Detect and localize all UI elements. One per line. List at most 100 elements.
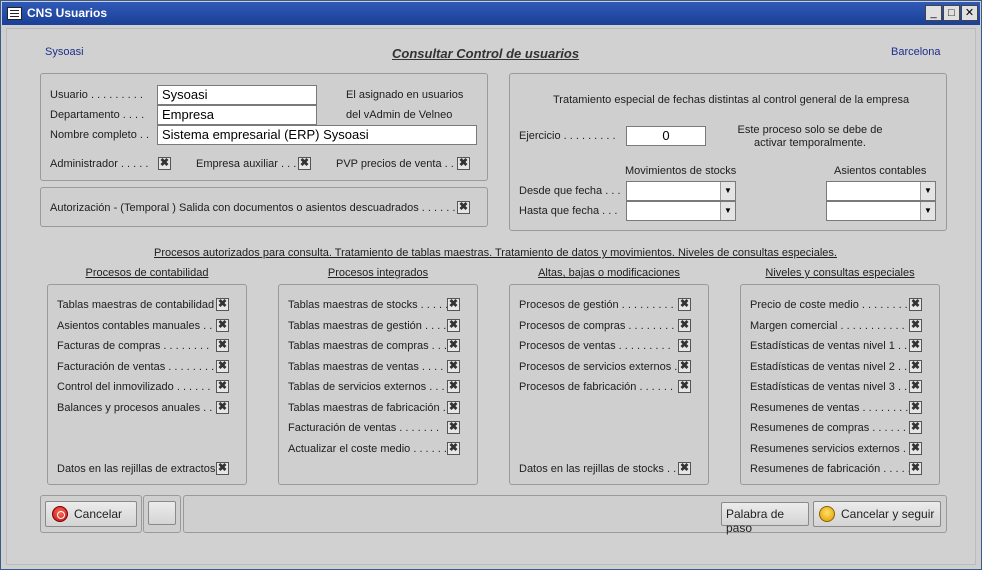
form-area: Sysoasi Consultar Control de usuarios Ba…: [6, 28, 976, 565]
usuario-note-1: El asignado en usuarios: [346, 89, 464, 101]
list-item: Facturación de ventas . . . . . . . .: [57, 361, 215, 373]
main-window: CNS Usuarios _ □ ✕ Sysoasi Consultar Con…: [0, 0, 982, 570]
checkbox[interactable]: ✖: [216, 401, 229, 414]
col-contabilidad-panel: Tablas maestras de contabilidad . . ✖ As…: [47, 284, 247, 485]
checkbox[interactable]: ✖: [447, 298, 460, 311]
list-item: Procesos de ventas . . . . . . . . .: [519, 340, 671, 352]
col-altas-title: Altas, bajas o modificaciones: [538, 267, 680, 279]
checkbox[interactable]: ✖: [909, 339, 922, 352]
list-item: Precio de coste medio . . . . . . . .: [750, 299, 908, 311]
cancelar-y-seguir-button[interactable]: Cancelar y seguir: [813, 501, 941, 527]
list-item: Procesos de compras . . . . . . . .: [519, 320, 675, 332]
checkbox[interactable]: ✖: [216, 319, 229, 332]
ejercicio-field[interactable]: 0: [626, 126, 706, 146]
cancelar-button[interactable]: Cancelar: [45, 501, 137, 527]
checkbox[interactable]: ✖: [447, 442, 460, 455]
list-item: Tablas maestras de compras . . . .: [288, 340, 454, 352]
fechas-panel: Tratamiento especial de fechas distintas…: [509, 73, 947, 231]
chevron-down-icon[interactable]: ▼: [720, 202, 735, 220]
hasta-stocks-combo[interactable]: ▼: [626, 201, 736, 221]
checkbox[interactable]: ✖: [909, 442, 922, 455]
palabra-de-paso-button[interactable]: Palabra de paso: [721, 502, 809, 535]
asientos-label: Asientos contables: [834, 165, 927, 177]
checkbox[interactable]: ✖: [909, 421, 922, 434]
footer-left-panel: Cancelar: [40, 495, 142, 533]
departamento-field[interactable]: Empresa: [157, 105, 317, 125]
close-button[interactable]: ✕: [961, 5, 978, 21]
col-niveles-panel: Precio de coste medio . . . . . . . . ✖ …: [740, 284, 940, 485]
cancelar-label: Cancelar: [74, 507, 123, 521]
checkbox[interactable]: ✖: [216, 462, 229, 475]
list-item: Resumenes de compras . . . . . . .: [750, 422, 913, 434]
list-item: Margen comercial . . . . . . . . . . .: [750, 320, 905, 332]
minimize-button[interactable]: _: [925, 5, 942, 21]
list-item: Tablas maestras de fabricación . .: [288, 402, 452, 414]
checkbox[interactable]: ✖: [678, 462, 691, 475]
desde-stocks-combo[interactable]: ▼: [626, 181, 736, 201]
continue-icon: [819, 506, 835, 522]
list-item: Control del inmovilizado . . . . . .: [57, 381, 211, 393]
empresa-auxiliar-label: Empresa auxiliar . . .: [196, 158, 297, 170]
checkbox[interactable]: ✖: [678, 380, 691, 393]
list-item: Tablas de servicios externos . . .: [288, 381, 445, 393]
checkbox[interactable]: ✖: [216, 360, 229, 373]
checkbox[interactable]: ✖: [678, 298, 691, 311]
list-item: Estadísticas de ventas nivel 1 . . .: [750, 340, 914, 352]
checkbox[interactable]: ✖: [216, 339, 229, 352]
page-title: Consultar Control de usuarios: [392, 46, 580, 61]
checkbox[interactable]: ✖: [909, 360, 922, 373]
empty-button[interactable]: [148, 501, 176, 525]
desde-asientos-combo[interactable]: ▼: [826, 181, 936, 201]
checkbox[interactable]: ✖: [216, 298, 229, 311]
list-item: Actualizar el coste medio . . . . . .: [288, 443, 447, 455]
nombre-field[interactable]: Sistema empresarial (ERP) Sysoasi: [157, 125, 477, 145]
list-item: Resumenes servicios externos . . .: [750, 443, 919, 455]
list-item: Resumenes de ventas . . . . . . . .: [750, 402, 909, 414]
list-item: Procesos de fabricación . . . . . .: [519, 381, 674, 393]
checkbox[interactable]: ✖: [909, 462, 922, 475]
pvp-label: PVP precios de venta . .: [336, 158, 454, 170]
list-item: Datos en las rejillas de stocks . .: [519, 463, 677, 475]
list-item: Tablas maestras de gestión . . . .: [288, 320, 447, 332]
list-item: Procesos de gestión . . . . . . . . .: [519, 299, 674, 311]
checkbox[interactable]: ✖: [909, 298, 922, 311]
checkbox[interactable]: ✖: [447, 380, 460, 393]
chevron-down-icon[interactable]: ▼: [920, 202, 935, 220]
checkbox[interactable]: ✖: [447, 401, 460, 414]
checkbox[interactable]: ✖: [678, 339, 691, 352]
checkbox[interactable]: ✖: [909, 319, 922, 332]
empresa-auxiliar-checkbox[interactable]: ✖: [298, 157, 311, 170]
pvp-checkbox[interactable]: ✖: [457, 157, 470, 170]
app-icon[interactable]: [7, 7, 22, 20]
list-item: Datos en las rejillas de extractos: [57, 463, 216, 475]
desde-label: Desde que fecha . . .: [519, 185, 621, 197]
checkbox[interactable]: ✖: [216, 380, 229, 393]
checkbox[interactable]: ✖: [447, 319, 460, 332]
checkbox[interactable]: ✖: [678, 319, 691, 332]
maximize-button[interactable]: □: [943, 5, 960, 21]
footer-mid-panel: [143, 495, 181, 533]
autorizacion-checkbox[interactable]: ✖: [457, 201, 470, 214]
col-integrados-panel: Tablas maestras de stocks . . . . . ✖ Ta…: [278, 284, 478, 485]
departamento-label: Departamento . . . .: [50, 109, 145, 121]
hasta-asientos-combo[interactable]: ▼: [826, 201, 936, 221]
checkbox[interactable]: ✖: [447, 421, 460, 434]
cancelar-y-seguir-label: Cancelar y seguir: [841, 507, 935, 521]
header-left: Sysoasi: [45, 46, 84, 58]
cancel-icon: [52, 506, 68, 522]
checkbox[interactable]: ✖: [909, 380, 922, 393]
col-integrados-title: Procesos integrados: [327, 267, 429, 279]
chevron-down-icon[interactable]: ▼: [720, 182, 735, 200]
chevron-down-icon[interactable]: ▼: [920, 182, 935, 200]
list-item: Balances y procesos anuales . . .: [57, 402, 219, 414]
checkbox[interactable]: ✖: [447, 360, 460, 373]
list-item: Asientos contables manuales . . .: [57, 320, 219, 332]
usuario-field[interactable]: Sysoasi: [157, 85, 317, 105]
checkbox[interactable]: ✖: [447, 339, 460, 352]
checkbox[interactable]: ✖: [678, 360, 691, 373]
checkbox[interactable]: ✖: [909, 401, 922, 414]
administrador-checkbox[interactable]: ✖: [158, 157, 171, 170]
list-item: Tablas maestras de ventas . . . . .: [288, 361, 450, 373]
autorizacion-label: Autorización - (Temporal ) Salida con do…: [50, 202, 456, 214]
user-panel: Usuario . . . . . . . . . Sysoasi Depart…: [40, 73, 488, 181]
